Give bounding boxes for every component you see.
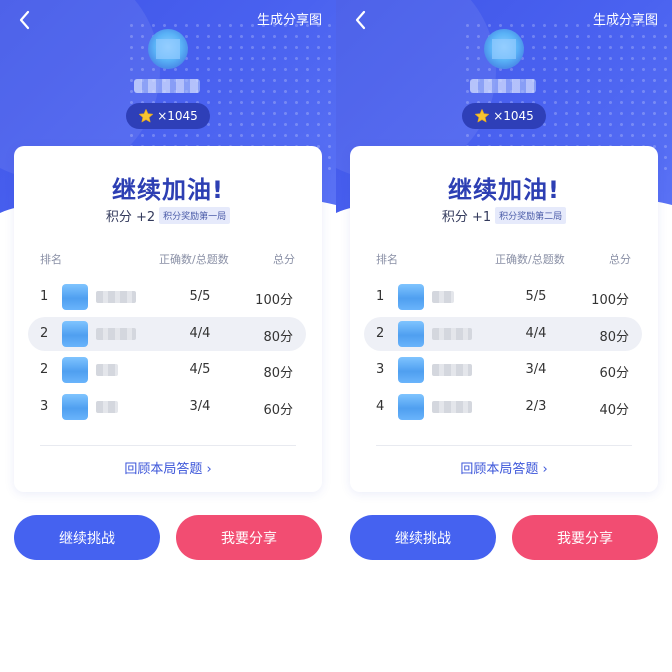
row-avatar [62,284,88,310]
column-header-ratio: 正确数/总题数 [495,253,565,266]
row-rank: 3 [376,362,385,377]
score-badge: ×1045 [126,103,210,129]
username-blurred [134,79,200,93]
avatar [484,29,524,69]
row-total: 60分 [263,403,293,418]
row-total: 80分 [263,330,293,345]
row-ratio: 2/3 [525,399,547,414]
table-row: 3 3/4 60分 [28,390,306,424]
row-rank: 4 [376,399,385,414]
ranking-table-header: 排名 正确数/总题数 总分 [350,251,658,267]
column-header-total: 总分 [609,253,631,266]
divider [40,445,296,446]
score-value: ×1045 [493,109,534,123]
row-name-blurred [96,291,136,303]
row-avatar [398,321,424,347]
row-name-blurred [96,364,118,376]
row-total: 80分 [599,330,629,345]
row-name-blurred [432,328,472,340]
points-earned: 积分 +1 [441,210,492,225]
row-avatar [398,284,424,310]
points-earned: 积分 +2 [105,210,156,225]
points-row: 积分 +2 积分奖励第一局 [14,206,322,225]
row-avatar [62,394,88,420]
star-icon [139,109,154,123]
row-avatar [398,357,424,383]
result-screen-right: 生成分享图 ×1045 继续加油! 积分 +1 积分奖励第二局 排名 正确数/总… [336,0,672,672]
row-avatar [62,357,88,383]
row-rank: 2 [40,326,49,341]
table-row: 3 3/4 60分 [364,353,642,387]
column-header-rank: 排名 [376,253,398,266]
generate-share-image-button[interactable]: 生成分享图 [257,12,322,30]
row-ratio: 4/4 [525,326,547,341]
continue-challenge-button[interactable]: 继续挑战 [14,515,160,560]
row-ratio: 4/5 [189,362,211,377]
column-header-ratio: 正确数/总题数 [159,253,229,266]
review-round-link[interactable]: 回顾本局答题 › [350,458,658,477]
points-row: 积分 +1 积分奖励第二局 [350,206,658,225]
row-rank: 3 [40,399,49,414]
table-row-current-user: 2 4/4 80分 [364,317,642,351]
row-rank: 1 [376,289,385,304]
row-rank: 1 [40,289,49,304]
reward-tag: 积分奖励第二局 [495,207,567,224]
row-ratio: 5/5 [189,289,211,304]
username-blurred [470,79,536,93]
row-total: 100分 [255,293,293,308]
result-title: 继续加油! [112,176,224,204]
table-row: 4 2/3 40分 [364,390,642,424]
row-name-blurred [96,401,118,413]
row-name-blurred [432,291,454,303]
continue-challenge-button[interactable]: 继续挑战 [350,515,496,560]
star-icon [475,109,490,123]
row-total: 40分 [599,403,629,418]
generate-share-image-button[interactable]: 生成分享图 [593,12,658,30]
row-total: 60分 [599,366,629,381]
row-avatar [398,394,424,420]
row-total: 100分 [591,293,629,308]
column-header-rank: 排名 [40,253,62,266]
row-ratio: 3/4 [525,362,547,377]
share-button[interactable]: 我要分享 [176,515,322,560]
row-name-blurred [432,364,472,376]
row-rank: 2 [40,362,49,377]
row-avatar [62,321,88,347]
table-row: 1 5/5 100分 [28,280,306,314]
score-value: ×1045 [157,109,198,123]
avatar [148,29,188,69]
row-name-blurred [96,328,136,340]
row-ratio: 5/5 [525,289,547,304]
result-title: 继续加油! [448,176,560,204]
back-button[interactable] [354,10,372,32]
reward-tag: 积分奖励第一局 [159,207,231,224]
divider [376,445,632,446]
score-badge: ×1045 [462,103,546,129]
back-button[interactable] [18,10,36,32]
row-ratio: 3/4 [189,399,211,414]
table-row: 2 4/5 80分 [28,353,306,387]
table-row: 1 5/5 100分 [364,280,642,314]
row-name-blurred [432,401,472,413]
ranking-table-header: 排名 正确数/总题数 总分 [14,251,322,267]
result-card: 继续加油! 积分 +2 积分奖励第一局 排名 正确数/总题数 总分 1 5/5 … [14,146,322,492]
share-button[interactable]: 我要分享 [512,515,658,560]
chevron-left-icon [355,10,366,30]
row-total: 80分 [263,366,293,381]
column-header-total: 总分 [273,253,295,266]
result-card: 继续加油! 积分 +1 积分奖励第二局 排名 正确数/总题数 总分 1 5/5 … [350,146,658,492]
review-round-link[interactable]: 回顾本局答题 › [14,458,322,477]
result-screen-left: 生成分享图 ×1045 继续加油! 积分 +2 积分奖励第一局 排名 正确数/总… [0,0,336,672]
row-ratio: 4/4 [189,326,211,341]
row-rank: 2 [376,326,385,341]
chevron-left-icon [19,10,30,30]
table-row-current-user: 2 4/4 80分 [28,317,306,351]
